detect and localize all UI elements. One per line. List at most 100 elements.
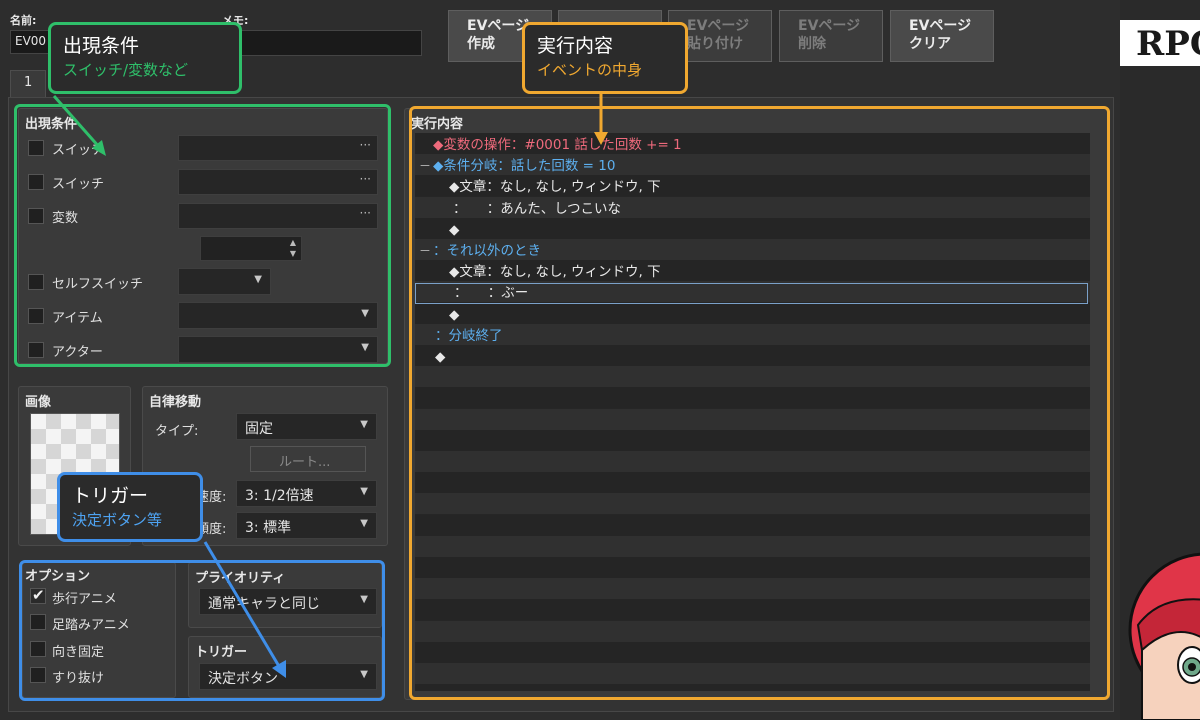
command-row-bg — [415, 599, 1090, 621]
command-row-bg — [415, 323, 1090, 345]
delete-page-button[interactable]: EVページ削除 — [779, 10, 883, 62]
actor-label: アクター — [52, 345, 103, 360]
command-row-bg — [415, 641, 1090, 663]
command-row-bg — [415, 663, 1090, 684]
command-row-bg — [415, 472, 1090, 494]
variable-number-stepper[interactable]: ▲ ▼ — [200, 236, 302, 261]
side-preview: RPG — [1120, 0, 1200, 720]
self-switch-label: セルフスイッチ — [52, 277, 144, 292]
options-title: オプション — [25, 569, 91, 584]
stepper-up-icon[interactable]: ▲ — [290, 238, 296, 247]
direction-fix-label: 向き固定 — [52, 645, 105, 660]
trigger-title: トリガー — [195, 645, 248, 660]
command-row-bg — [415, 578, 1090, 600]
chevron-down-icon: ▼ — [361, 342, 369, 353]
page-tab-1[interactable]: 1 — [10, 70, 46, 98]
command-list[interactable]: ◆変数の操作：#0001 話した回数 += 1 － ◆条件分岐：話した回数 = 10… — [415, 133, 1090, 691]
command-row-bg — [415, 345, 1090, 366]
command-line[interactable]: ◆ — [415, 305, 459, 326]
trigger-callout: トリガー 決定ボタン等 — [57, 472, 203, 542]
switch1-field[interactable]: ··· — [178, 135, 378, 161]
freq-value: 3: 標準 — [245, 520, 292, 536]
priority-value: 通常キャラと同じ — [208, 596, 320, 612]
paste-page-line1: EVページ — [687, 18, 750, 34]
step-anime-label: 足踏みアニメ — [52, 618, 130, 633]
autonomous-title: 自律移動 — [149, 395, 202, 410]
command-line[interactable]: ◆条件分岐：話した回数 = 10 — [415, 156, 615, 177]
command-line[interactable]: ◆文章：なし, なし, ウィンドウ, 下 — [415, 177, 661, 198]
command-line[interactable]: ◆文章：なし, なし, ウィンドウ, 下 — [415, 262, 661, 283]
switch2-field[interactable]: ··· — [178, 169, 378, 195]
command-row-bg — [415, 366, 1090, 388]
command-row-bg — [415, 302, 1090, 324]
item-label: アイテム — [52, 311, 103, 326]
side-logo-text: RPG — [1136, 24, 1200, 64]
switch1-label: スイッチ — [52, 143, 105, 158]
self-switch-checkbox[interactable] — [28, 274, 44, 290]
walk-anime-label: 歩行アニメ — [52, 592, 117, 607]
chevron-down-icon: ▼ — [360, 486, 368, 497]
command-line[interactable]: ：分岐終了 — [415, 326, 503, 347]
self-switch-select[interactable]: ▼ — [178, 268, 271, 295]
command-row-bg — [415, 408, 1090, 430]
command-line[interactable]: ◆ — [415, 347, 445, 368]
direction-fix-checkbox[interactable] — [30, 641, 46, 657]
speed-value: 3: 1/2倍速 — [245, 488, 314, 504]
route-button[interactable]: ルート... — [250, 446, 366, 472]
item-checkbox[interactable] — [28, 308, 44, 324]
step-anime-checkbox[interactable] — [30, 614, 46, 630]
ellipsis-icon: ··· — [359, 206, 371, 220]
actor-select[interactable]: ▼ — [178, 336, 378, 363]
delete-page-line2: 削除 — [798, 36, 826, 52]
trigger-select[interactable]: 決定ボタン ▼ — [199, 663, 377, 690]
command-line[interactable]: ： ：あんた、しつこいな — [415, 199, 621, 220]
command-line[interactable]: ◆変数の操作：#0001 話した回数 += 1 — [415, 135, 682, 156]
page-tab-label: 1 — [24, 75, 33, 90]
command-row-bg — [415, 451, 1090, 472]
conditions-title: 出現条件 — [25, 117, 78, 132]
name-value: EV00 — [15, 34, 47, 48]
freq-select[interactable]: 3: 標準 ▼ — [236, 512, 377, 539]
command-row-bg — [415, 514, 1090, 536]
variable-label: 変数 — [52, 211, 79, 226]
conditions-callout: 出現条件 スイッチ/変数など — [48, 22, 242, 94]
conditions-callout-sub: スイッチ/変数など — [63, 61, 189, 79]
memo-input[interactable] — [222, 30, 422, 56]
chevron-down-icon: ▼ — [254, 274, 262, 285]
chevron-down-icon: ▼ — [361, 308, 369, 319]
contents-callout: 実行内容 イベントの中身 — [522, 22, 688, 94]
speed-select[interactable]: 3: 1/2倍速 ▼ — [236, 480, 377, 507]
walk-anime-checkbox[interactable]: ✔ — [30, 586, 46, 604]
command-row-bg — [415, 387, 1090, 409]
command-line[interactable]: ：それ以外のとき — [415, 241, 541, 262]
contents-callout-sub: イベントの中身 — [537, 61, 643, 79]
type-label: タイプ: — [155, 424, 199, 439]
variable-field[interactable]: ··· — [178, 203, 378, 229]
chevron-down-icon: ▼ — [360, 669, 368, 680]
command-line[interactable]: ： ：ぶー — [415, 283, 1088, 305]
variable-checkbox[interactable] — [28, 208, 44, 224]
contents-title: 実行内容 — [411, 117, 464, 132]
stepper-down-icon[interactable]: ▼ — [290, 249, 296, 258]
side-banner: RPG — [1120, 20, 1200, 66]
trigger-callout-sub: 決定ボタン等 — [72, 511, 163, 529]
type-select[interactable]: 固定 ▼ — [236, 413, 377, 440]
actor-checkbox[interactable] — [28, 342, 44, 358]
contents-callout-title: 実行内容 — [537, 35, 614, 57]
route-label: ルート... — [279, 455, 331, 470]
through-checkbox[interactable] — [30, 667, 46, 683]
command-row-bg — [415, 493, 1090, 515]
priority-select[interactable]: 通常キャラと同じ ▼ — [199, 588, 377, 615]
clear-page-button[interactable]: EVページ クリア — [890, 10, 994, 62]
delete-page-line1: EVページ — [798, 18, 861, 34]
command-line[interactable]: ◆ — [415, 220, 459, 241]
switch2-label: スイッチ — [52, 177, 105, 192]
switch1-checkbox[interactable] — [28, 140, 44, 156]
switch2-checkbox[interactable] — [28, 174, 44, 190]
item-select[interactable]: ▼ — [178, 302, 378, 329]
clear-page-line2: クリア — [909, 36, 951, 52]
command-row-bg — [415, 684, 1090, 691]
ellipsis-icon: ··· — [359, 172, 371, 186]
ellipsis-icon: ··· — [359, 138, 371, 152]
chevron-down-icon: ▼ — [360, 419, 368, 430]
